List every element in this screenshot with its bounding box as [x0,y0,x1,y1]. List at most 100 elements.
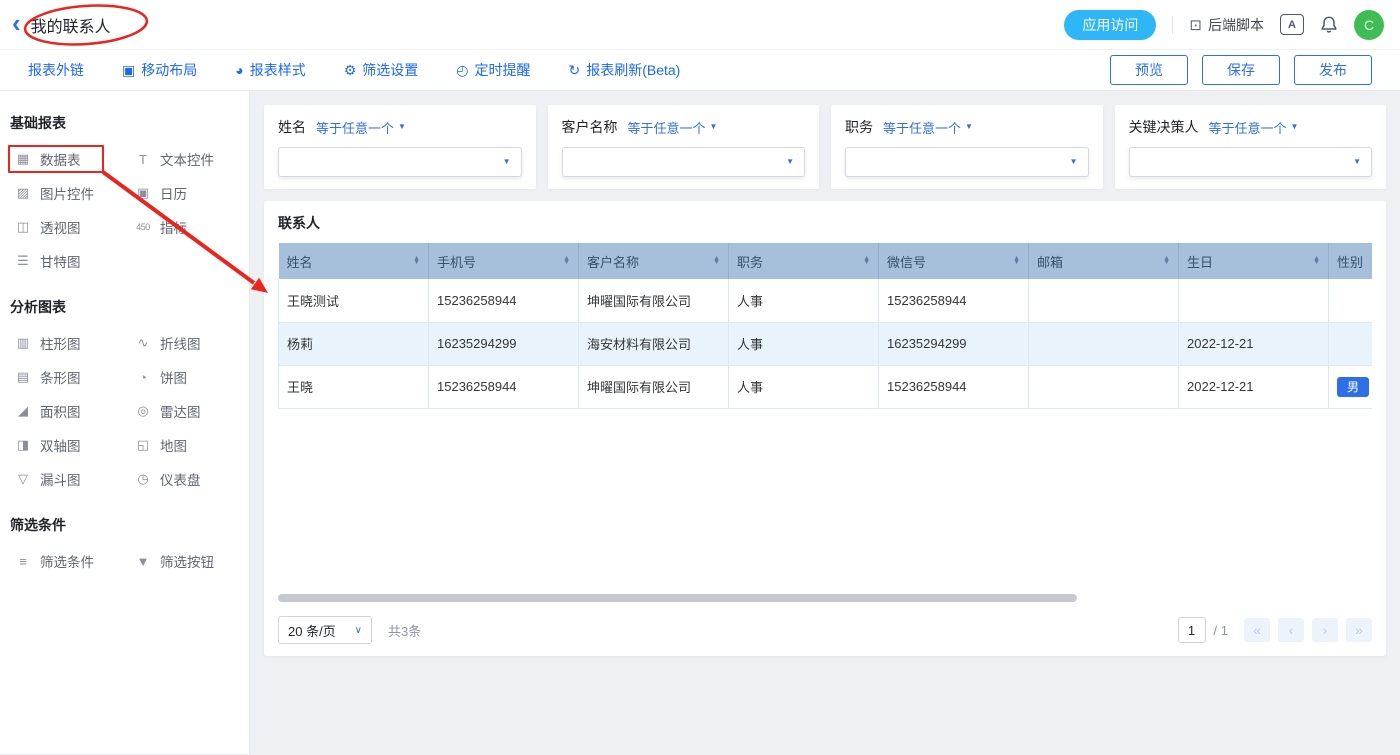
column-label: 客户名称 [587,252,639,271]
area-chart-icon: ◢ [14,403,32,419]
sidebar-item-funnel-chart[interactable]: ▽ 漏斗图 [8,465,128,493]
filter-row: 姓名 等于任意一个 ▼ ▼ 客户名称 等于任意一个 [264,105,1386,189]
filter-operator-dropdown[interactable]: 等于任意一个 ▼ [883,118,973,137]
filter-value-select[interactable]: ▼ [1129,147,1373,177]
page-size-select[interactable]: 20 条/页 ∨ [278,616,372,644]
sidebar-item-area-chart[interactable]: ◢ 面积图 [8,397,128,425]
section-items: ▥ 柱形图 ∿ 折线图 ▤ 条形图 ◔ 饼图 [8,329,241,493]
image-widget-icon: ▨ [14,185,32,201]
sidebar-item-pivot-table[interactable]: ◫ 透视图 [8,213,128,241]
filter-value-select[interactable]: ▼ [278,147,522,177]
publish-button[interactable]: 发布 [1294,55,1372,85]
item-label: 指标 [160,217,187,237]
toolbar-item-label: 定时提醒 [474,60,530,80]
filter-operator-dropdown[interactable]: 等于任意一个 ▼ [316,118,406,137]
backend-script-button[interactable]: ⊡ 后端脚本 [1189,15,1264,35]
caret-down-icon: ▼ [1353,158,1361,166]
column-header-birthday[interactable]: 生日▲▼ [1179,243,1329,279]
column-header-wechat[interactable]: 微信号▲▼ [879,243,1029,279]
sort-icon[interactable]: ▲▼ [1163,257,1170,266]
column-header-name[interactable]: 姓名 ▲▼ [279,243,429,279]
sort-icon[interactable]: ▲▼ [1013,257,1020,266]
sidebar-item-column-chart[interactable]: ▥ 柱形图 [8,329,128,357]
back-icon[interactable]: ‹ [12,10,21,36]
sort-icon[interactable]: ▲▼ [563,257,570,266]
table-row[interactable]: 杨莉 16235294299 海安材料有限公司 人事 16235294299 2… [279,322,1373,365]
next-page-button[interactable]: › [1312,618,1338,642]
table-title: 联系人 [278,213,1372,233]
chevron-down-icon: ∨ [355,625,362,636]
app-access-button[interactable]: 应用访问 [1064,10,1156,40]
toolbar-item-mobile-layout[interactable]: ▣ 移动布局 [122,60,197,80]
sidebar-item-bar-chart[interactable]: ▤ 条形图 [8,363,128,391]
sort-icon[interactable]: ▲▼ [713,257,720,266]
sort-icon[interactable]: ▲▼ [413,257,420,266]
toolbar-item-report-style[interactable]: ◕ 报表样式 [235,60,305,80]
toolbar-item-report-external-link[interactable]: 报表外链 [28,60,84,80]
cell: 海安材料有限公司 [579,322,729,365]
prev-page-button[interactable]: ‹ [1278,618,1304,642]
sidebar-item-indicator[interactable]: 450 指标 [128,213,241,241]
total-count: 共3条 [388,621,421,640]
sort-icon[interactable]: ▲▼ [863,257,870,266]
section-filter-widgets: 筛选条件 ≡ 筛选条件 ▼ 筛选按钮 [8,515,241,575]
column-header-email[interactable]: 邮箱▲▼ [1029,243,1179,279]
filter-value-select[interactable]: ▼ [562,147,806,177]
table-row[interactable]: 王晓测试 15236258944 坤曜国际有限公司 人事 15236258944 [279,279,1373,322]
first-page-button[interactable]: « [1244,618,1270,642]
avatar[interactable]: C [1354,10,1384,40]
item-label: 筛选条件 [40,551,94,571]
section-analysis-charts: 分析图表 ▥ 柱形图 ∿ 折线图 ▤ 条形图 ◔ [8,297,241,493]
filter-head: 职务 等于任意一个 ▼ [845,117,1089,137]
section-title: 筛选条件 [10,515,241,535]
last-page-button[interactable]: » [1346,618,1372,642]
table-row[interactable]: 王晓 15236258944 坤曜国际有限公司 人事 15236258944 2… [279,365,1373,408]
filter-operator-dropdown[interactable]: 等于任意一个 ▼ [628,118,718,137]
page-number-input[interactable]: 1 [1178,617,1206,643]
sort-icon[interactable]: ▲▼ [1313,257,1320,266]
filter-button-icon: ▼ [134,554,152,569]
sidebar-item-filter-button[interactable]: ▼ 筛选按钮 [128,547,241,575]
save-button[interactable]: 保存 [1202,55,1280,85]
filter-value-select[interactable]: ▼ [845,147,1089,177]
cell: 16235294299 [429,322,579,365]
column-label: 姓名 [287,252,313,271]
sidebar-item-image-widget[interactable]: ▨ 图片控件 [8,179,128,207]
cell [1029,322,1179,365]
item-label: 柱形图 [40,333,81,353]
sidebar-item-dual-axis-chart[interactable]: ◨ 双轴图 [8,431,128,459]
sidebar-item-map-chart[interactable]: ◱ 地图 [128,431,241,459]
sidebar-item-data-table[interactable]: ▦ 数据表 [8,145,104,173]
column-header-job-title[interactable]: 职务▲▼ [729,243,879,279]
clock-icon: ◴ [456,62,468,79]
column-header-customer[interactable]: 客户名称 ▲▼ [579,243,729,279]
sidebar-item-gauge-chart[interactable]: ◷ 仪表盘 [128,465,241,493]
language-icon[interactable]: A [1280,14,1304,35]
sidebar-item-gantt-chart[interactable]: ☰ 甘特图 [8,247,128,275]
sidebar-item-text-widget[interactable]: T 文本控件 [128,145,241,173]
filter-card-customer: 客户名称 等于任意一个 ▼ ▼ [548,105,820,189]
scrollbar-thumb[interactable] [278,594,1077,602]
filter-operator-dropdown[interactable]: 等于任意一个 ▼ [1209,118,1299,137]
sidebar-item-calendar[interactable]: ▣ 日历 [128,179,241,207]
notification-bell-icon[interactable] [1320,15,1338,34]
preview-button[interactable]: 预览 [1110,55,1188,85]
sidebar-item-filter-condition[interactable]: ≡ 筛选条件 [8,547,128,575]
toolbar-item-label: 报表刷新(Beta) [586,60,680,80]
pagination-left: 20 条/页 ∨ 共3条 [278,616,421,644]
sidebar-item-pie-chart[interactable]: ◔ 饼图 [128,363,241,391]
cell: 杨莉 [279,322,429,365]
filter-operator: 等于任意一个 [883,118,961,137]
toolbar-item-report-refresh[interactable]: ↻ 报表刷新(Beta) [568,60,680,80]
widget-sidebar: 基础报表 ▦ 数据表 T 文本控件 ▨ 图片控件 ▣ [0,91,250,754]
cell: 人事 [729,279,879,322]
column-header-gender[interactable]: 性别▲▼ [1329,243,1373,279]
text-widget-icon: T [134,152,152,167]
item-label: 双轴图 [40,435,81,455]
sidebar-item-line-chart[interactable]: ∿ 折线图 [128,329,241,357]
item-label: 图片控件 [40,183,94,203]
toolbar-item-filter-settings[interactable]: ⚙ 筛选设置 [344,60,419,80]
sidebar-item-radar-chart[interactable]: ◎ 雷达图 [128,397,241,425]
column-header-phone[interactable]: 手机号▲▼ [429,243,579,279]
toolbar-item-scheduled-reminder[interactable]: ◴ 定时提醒 [456,60,530,80]
